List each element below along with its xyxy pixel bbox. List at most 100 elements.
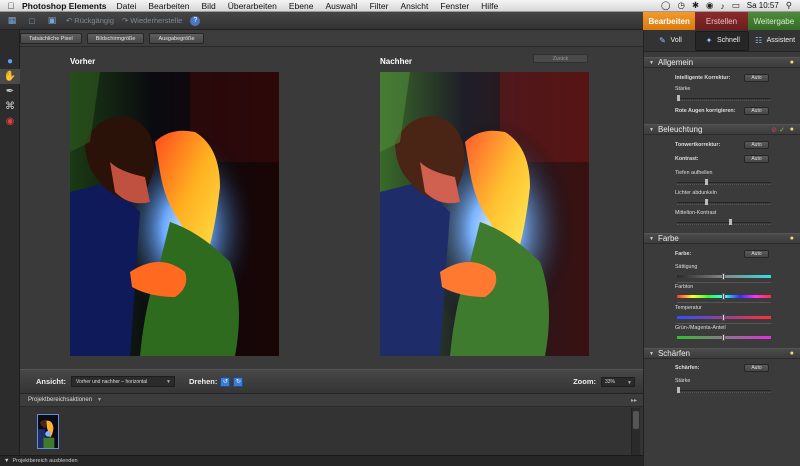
- full-edit-icon: ✎: [659, 36, 666, 45]
- section-general-body: Intelligente Korrektur: Auto Stärke Rote…: [644, 68, 800, 124]
- redo-label: Wiederherstelle: [130, 16, 183, 25]
- section-color-header[interactable]: ▼ Farbe ●: [644, 233, 800, 244]
- sync-icon[interactable]: ◯: [661, 0, 671, 11]
- cancel-icon[interactable]: ⊘: [771, 126, 777, 134]
- menu-fenster[interactable]: Fenster: [440, 1, 469, 11]
- menu-clock[interactable]: Sa 10:57: [747, 1, 779, 10]
- saturation-label: Sättigung: [675, 264, 698, 270]
- mode-quick[interactable]: ✦ Schnell: [695, 30, 749, 51]
- actual-pixels-button[interactable]: Tatsächliche Pixel: [20, 33, 82, 44]
- expand-icon[interactable]: ▸▸: [631, 397, 637, 404]
- bluetooth-icon[interactable]: ✱: [692, 0, 699, 11]
- mode-full[interactable]: ✎ Voll: [644, 31, 695, 51]
- before-photo[interactable]: [70, 72, 279, 356]
- commit-check-icon[interactable]: ✓: [779, 126, 785, 134]
- battery-icon[interactable]: ▭: [732, 0, 740, 11]
- apple-menu-icon[interactable]: : [0, 1, 22, 11]
- project-bin-thumbnail[interactable]: [37, 414, 59, 449]
- temperature-slider[interactable]: [677, 314, 771, 321]
- zoom-tool-icon[interactable]: ●: [0, 54, 20, 69]
- help-icon[interactable]: ?: [190, 15, 201, 26]
- tint-label: Grün-/Magenta-Anteil: [675, 325, 726, 331]
- menu-ebene[interactable]: Ebene: [289, 1, 314, 11]
- redo-button[interactable]: ↷ Wiederherstelle: [122, 16, 182, 25]
- tab-bearbeiten[interactable]: Bearbeiten: [643, 12, 696, 30]
- smart-fix-strength-slider[interactable]: [677, 95, 771, 101]
- hue-slider[interactable]: [677, 293, 771, 300]
- undo-button[interactable]: ↶ Rückgängig: [66, 16, 114, 25]
- scrollbar-thumb[interactable]: [633, 411, 639, 429]
- menu-filter[interactable]: Filter: [370, 1, 389, 11]
- spotlight-search-icon[interactable]: ⚲: [786, 0, 792, 11]
- contrast-auto-button[interactable]: Auto: [744, 155, 769, 163]
- menu-auswahl[interactable]: Auswahl: [325, 1, 357, 11]
- menu-bearbeiten[interactable]: Bearbeiten: [148, 1, 189, 11]
- tint-slider[interactable]: [677, 334, 771, 341]
- menu-bild[interactable]: Bild: [202, 1, 216, 11]
- crop-tool-icon[interactable]: ⌘: [0, 99, 20, 114]
- before-photo-image: [70, 72, 279, 356]
- zoom-label: Zoom:: [573, 377, 596, 386]
- hide-bin-icon[interactable]: ▼: [4, 458, 9, 464]
- project-bin-scrollbar[interactable]: [631, 408, 640, 458]
- menu-app-name[interactable]: Photoshop Elements: [22, 1, 107, 11]
- menu-ueberarbeiten[interactable]: Überarbeiten: [228, 1, 277, 11]
- project-bin: Projektbereichsaktionen ▼ ▸▸: [20, 393, 643, 460]
- quick-selection-tool-icon[interactable]: ✒: [0, 84, 20, 99]
- wifi-icon[interactable]: ◉: [706, 0, 713, 11]
- view-options-bar: Tatsächliche Pixel Bildschirmgröße Ausga…: [20, 31, 643, 47]
- contrast-label: Kontrast:: [675, 156, 699, 162]
- project-bin-actions[interactable]: Projektbereichsaktionen: [28, 397, 92, 403]
- clock-icon[interactable]: ◷: [677, 0, 684, 11]
- lightbulb-icon[interactable]: ●: [790, 350, 794, 357]
- menu-hilfe[interactable]: Hilfe: [481, 1, 498, 11]
- section-lighting-header[interactable]: ▼ Beleuchtung ⊘ ✓ ●: [644, 124, 800, 135]
- red-eye-tool-icon[interactable]: ◉: [0, 114, 20, 129]
- lightbulb-icon[interactable]: ●: [790, 235, 794, 242]
- project-bin-chevron-icon[interactable]: ▼: [97, 397, 102, 403]
- print-size-button[interactable]: Ausgabegröße: [149, 33, 204, 44]
- hand-tool-icon[interactable]: ✋: [0, 69, 20, 84]
- reset-button[interactable]: Zurück: [533, 54, 588, 63]
- collapse-triangle-icon: ▼: [649, 59, 654, 66]
- color-auto-button[interactable]: Auto: [744, 250, 769, 258]
- rotate-right-icon[interactable]: ↻: [233, 376, 244, 387]
- levels-auto-button[interactable]: Auto: [744, 141, 769, 149]
- sharpen-auto-button[interactable]: Auto: [744, 364, 769, 372]
- mode-full-label: Voll: [670, 37, 682, 44]
- zoom-input[interactable]: 33% ▼: [601, 376, 635, 387]
- hide-project-bin-button[interactable]: Projektbereich ausblenden: [12, 458, 77, 464]
- fit-screen-button[interactable]: Bildschirmgröße: [86, 33, 145, 44]
- section-general-header[interactable]: ▼ Allgemein ●: [644, 57, 800, 68]
- open-icon[interactable]: □: [26, 15, 38, 26]
- collapse-triangle-icon: ▼: [649, 235, 654, 242]
- section-lighting-body: Tonwertkorrektur: Auto Kontrast: Auto Ti…: [644, 135, 800, 233]
- red-eye-auto-button[interactable]: Auto: [744, 107, 769, 115]
- menu-datei[interactable]: Datei: [117, 1, 137, 11]
- save-icon[interactable]: ▣: [46, 15, 58, 26]
- rotate-left-icon[interactable]: ↺: [220, 376, 231, 387]
- organizer-icon[interactable]: ▦: [6, 15, 18, 26]
- menu-ansicht[interactable]: Ansicht: [400, 1, 428, 11]
- lightbulb-icon[interactable]: ●: [790, 126, 794, 133]
- shadows-label: Tiefen aufhellen: [675, 170, 713, 176]
- temperature-label: Temperatur: [675, 305, 702, 311]
- mode-guided[interactable]: ☷ Assistent: [749, 31, 800, 51]
- lightbulb-icon[interactable]: ●: [790, 59, 794, 66]
- view-select[interactable]: Vorher und nachher – horizontal ▼: [71, 376, 175, 387]
- tab-erstellen[interactable]: Erstellen: [695, 12, 748, 30]
- saturation-slider[interactable]: [677, 273, 771, 280]
- shadows-slider[interactable]: [677, 179, 771, 185]
- sharpen-strength-slider[interactable]: [677, 387, 771, 393]
- undo-label: Rückgängig: [74, 16, 114, 25]
- tab-weitergabe[interactable]: Weitergabe: [747, 12, 800, 30]
- section-sharpen-header[interactable]: ▼ Schärfen ●: [644, 348, 800, 359]
- after-photo[interactable]: [380, 72, 589, 356]
- volume-icon[interactable]: ♪: [720, 1, 724, 11]
- smart-fix-auto-button[interactable]: Auto: [744, 74, 769, 82]
- before-label: Vorher: [70, 57, 96, 66]
- menu-bar:  Photoshop Elements Datei Bearbeiten Bi…: [0, 0, 800, 12]
- midtone-slider[interactable]: [677, 219, 771, 225]
- smart-fix-label: Intelligente Korrektur:: [675, 75, 731, 81]
- highlights-slider[interactable]: [677, 199, 771, 205]
